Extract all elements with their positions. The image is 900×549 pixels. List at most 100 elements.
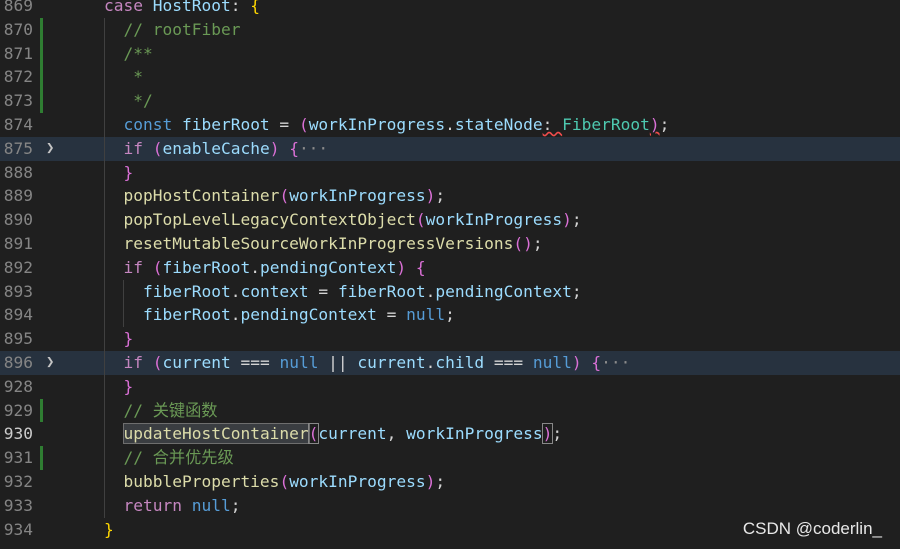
code-line-871[interactable]: 871 /** (0, 41, 900, 66)
code-token: workInProgress (289, 471, 426, 491)
code-line-930[interactable]: 930 updateHostContainer(current, workInP… (0, 422, 900, 447)
git-modified-marker[interactable] (40, 89, 43, 113)
line-number: 930 (3, 424, 33, 444)
code-token: workInProgress (289, 186, 426, 206)
code-line-931[interactable]: 931 // 合并优先级 (0, 446, 900, 470)
code-text[interactable]: } (104, 375, 133, 399)
git-modified-marker[interactable] (40, 65, 43, 90)
code-text[interactable]: if (fiberRoot.pendingContext) { (104, 256, 425, 280)
code-token: resetMutableSourceWorkInProgressVersions (104, 233, 514, 253)
code-token: ) (425, 186, 436, 206)
git-modified-marker[interactable] (40, 446, 43, 470)
code-text[interactable]: popTopLevelLegacyContextObject(workInPro… (104, 208, 582, 232)
code-token: ) (269, 138, 290, 158)
code-token: enableCache (162, 138, 270, 158)
code-line-893[interactable]: 893 fiberRoot.context = fiberRoot.pendin… (0, 279, 900, 304)
code-line-933[interactable]: 933 return null; (0, 493, 900, 518)
line-number: 896 (3, 352, 33, 372)
code-text[interactable]: } (104, 161, 133, 185)
code-token: ( (298, 114, 309, 134)
code-token: updateHostContainer (122, 423, 310, 445)
code-line-896[interactable]: 896 ❯ if (current === null || current.chi… (0, 350, 900, 375)
code-token: ) (649, 114, 660, 134)
code-token: null (279, 352, 319, 372)
fold-chevron-icon[interactable]: ❯ (46, 137, 54, 161)
code-token: = (269, 114, 299, 134)
code-line-894[interactable]: 894 fiberRoot.pendingContext = null; (0, 303, 900, 328)
code-line-890[interactable]: 890 popTopLevelLegacyContextObject(workI… (0, 208, 900, 232)
code-line-895[interactable]: 895 } (0, 327, 900, 351)
line-number: 873 (3, 91, 33, 111)
code-line-932[interactable]: 932 bubbleProperties(workInProgress); (0, 469, 900, 494)
code-text[interactable]: fiberRoot.pendingContext = null; (104, 303, 455, 327)
code-text[interactable]: case HostRoot: { (104, 0, 260, 18)
code-token: stateNode (454, 114, 543, 134)
git-modified-marker[interactable] (40, 398, 43, 423)
code-text[interactable]: } (104, 327, 133, 351)
code-token: : (542, 114, 563, 134)
code-line-870[interactable]: 870 // rootFiber (0, 17, 900, 42)
code-token: fiberRoot (104, 281, 231, 301)
line-number: 888 (3, 162, 33, 182)
code-token: { (591, 352, 602, 372)
code-text[interactable]: // rootFiber (104, 18, 240, 42)
code-token: child (435, 352, 485, 372)
code-line-928[interactable]: 928 } (0, 374, 900, 399)
line-number: 870 (3, 19, 33, 39)
code-text[interactable]: popHostContainer(workInProgress); (104, 184, 445, 208)
code-token: return (104, 495, 192, 515)
code-text[interactable]: } (104, 518, 114, 542)
code-text[interactable]: updateHostContainer(current, workInProgr… (104, 422, 562, 446)
code-text[interactable]: /** (104, 42, 152, 66)
code-line-892[interactable]: 892 if (fiberRoot.pendingContext) { (0, 255, 900, 280)
code-line-875[interactable]: 875 ❯ if (enableCache) {··· (0, 136, 900, 161)
code-line-889[interactable]: 889 popHostContainer(workInProgress); (0, 184, 900, 209)
line-number: 889 (3, 186, 33, 206)
code-line-872[interactable]: 872 * (0, 65, 900, 90)
code-token: = (376, 305, 407, 325)
code-token: null (406, 305, 446, 325)
code-line-874[interactable]: 874 const fiberRoot = (workInProgress.st… (0, 112, 900, 137)
code-token: ( (307, 423, 320, 445)
fold-chevron-icon[interactable]: ❯ (46, 351, 54, 375)
code-text[interactable]: if (current === null || current.child ==… (104, 351, 630, 375)
code-token: ··· (298, 138, 329, 158)
code-line-873[interactable]: 873 */ (0, 89, 900, 113)
code-token: ( (279, 186, 290, 206)
code-text[interactable]: const fiberRoot = (workInProgress.stateN… (104, 113, 669, 137)
code-token: ) (396, 257, 416, 277)
code-token: workInProgress (406, 424, 543, 444)
code-text[interactable]: if (enableCache) {··· (104, 137, 328, 161)
code-line-888[interactable]: 888 } (0, 160, 900, 185)
code-token: // rootFiber (104, 19, 241, 39)
git-modified-marker[interactable] (40, 41, 43, 66)
code-token: // 关键函数 (104, 400, 218, 420)
line-number: 928 (3, 376, 33, 396)
code-text[interactable]: return null; (104, 494, 240, 518)
code-line-891[interactable]: 891 resetMutableSourceWorkInProgressVers… (0, 231, 900, 256)
code-text[interactable]: fiberRoot.context = fiberRoot.pendingCon… (104, 280, 582, 304)
code-text[interactable]: // 合并优先级 (104, 446, 233, 470)
code-token: workInProgress (308, 114, 446, 134)
git-modified-marker[interactable] (40, 17, 43, 42)
code-token: fiberRoot (181, 114, 270, 134)
code-text[interactable]: // 关键函数 (104, 399, 217, 423)
code-token: ; (445, 305, 455, 325)
code-token: pendingContext (259, 257, 397, 277)
code-token: HostRoot (152, 0, 231, 15)
code-editor[interactable]: 869 case HostRoot: {870 // rootFiber 871 /… (0, 0, 900, 541)
code-line-869[interactable]: 869 case HostRoot: { (0, 0, 900, 18)
line-number: 932 (3, 471, 33, 491)
code-text[interactable]: resetMutableSourceWorkInProgressVersions… (104, 232, 542, 256)
code-token: ; (552, 424, 563, 444)
code-line-929[interactable]: 929 // 关键函数 (0, 398, 900, 423)
code-text[interactable]: bubbleProperties(workInProgress); (104, 470, 445, 494)
code-text[interactable]: * (104, 65, 143, 89)
code-token: ) (571, 352, 592, 372)
line-number: 934 (3, 519, 33, 539)
code-token: ; (435, 471, 446, 491)
code-token: current (318, 424, 387, 444)
code-text[interactable]: */ (104, 89, 153, 113)
code-token: ; (230, 495, 241, 515)
code-token: ; (571, 210, 582, 230)
